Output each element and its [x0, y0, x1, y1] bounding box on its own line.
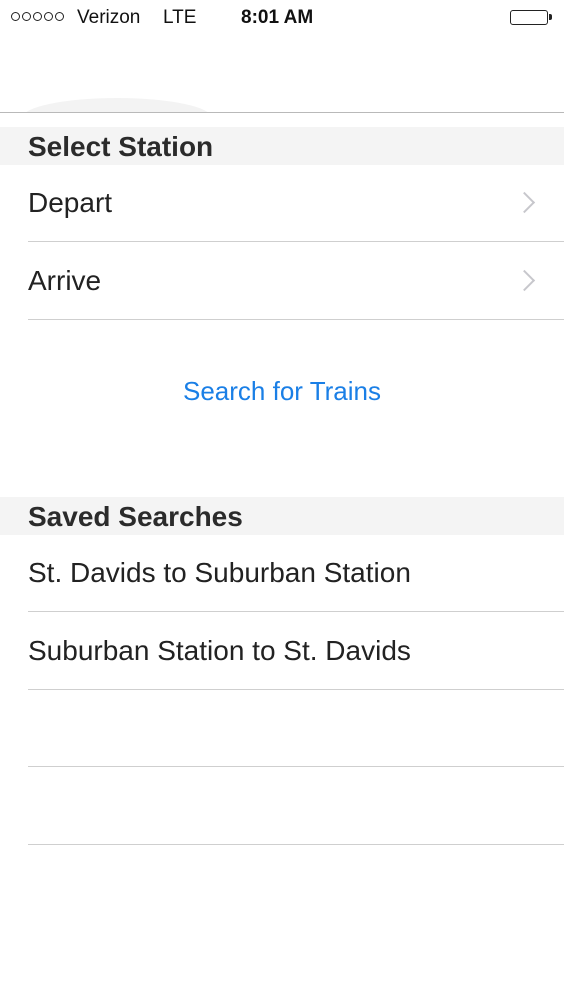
saved-search-item[interactable]: St. Davids to Suburban Station: [28, 535, 564, 612]
section-title: Select Station: [28, 131, 214, 162]
search-for-trains-button[interactable]: Search for Trains: [0, 376, 564, 407]
network-type: LTE: [163, 7, 197, 28]
section-header-select-station: Select Station: [0, 127, 564, 165]
empty-list-row: [28, 768, 564, 845]
depart-label: Depart: [28, 187, 113, 218]
empty-list-row: [28, 690, 564, 767]
chevron-right-icon: [513, 269, 536, 292]
navigation-bar: [0, 38, 564, 113]
arrive-label: Arrive: [28, 265, 102, 296]
arrive-row[interactable]: Arrive: [28, 243, 564, 320]
chevron-right-icon: [513, 191, 536, 214]
carrier-name: Verizon: [77, 7, 141, 28]
status-time: 8:01 AM: [241, 7, 314, 28]
saved-search-item[interactable]: Suburban Station to St. Davids: [28, 613, 564, 690]
depart-row[interactable]: Depart: [28, 165, 564, 242]
battery-icon: [510, 10, 552, 25]
status-bar: Verizon LTE 8:01 AM: [0, 0, 564, 38]
saved-search-label: St. Davids to Suburban Station: [28, 557, 411, 588]
saved-search-label: Suburban Station to St. Davids: [28, 635, 411, 666]
signal-strength-icon: [11, 12, 64, 21]
nav-bar-shadow: [22, 98, 212, 112]
section-header-saved-searches: Saved Searches: [0, 497, 564, 535]
section-title: Saved Searches: [28, 501, 243, 532]
